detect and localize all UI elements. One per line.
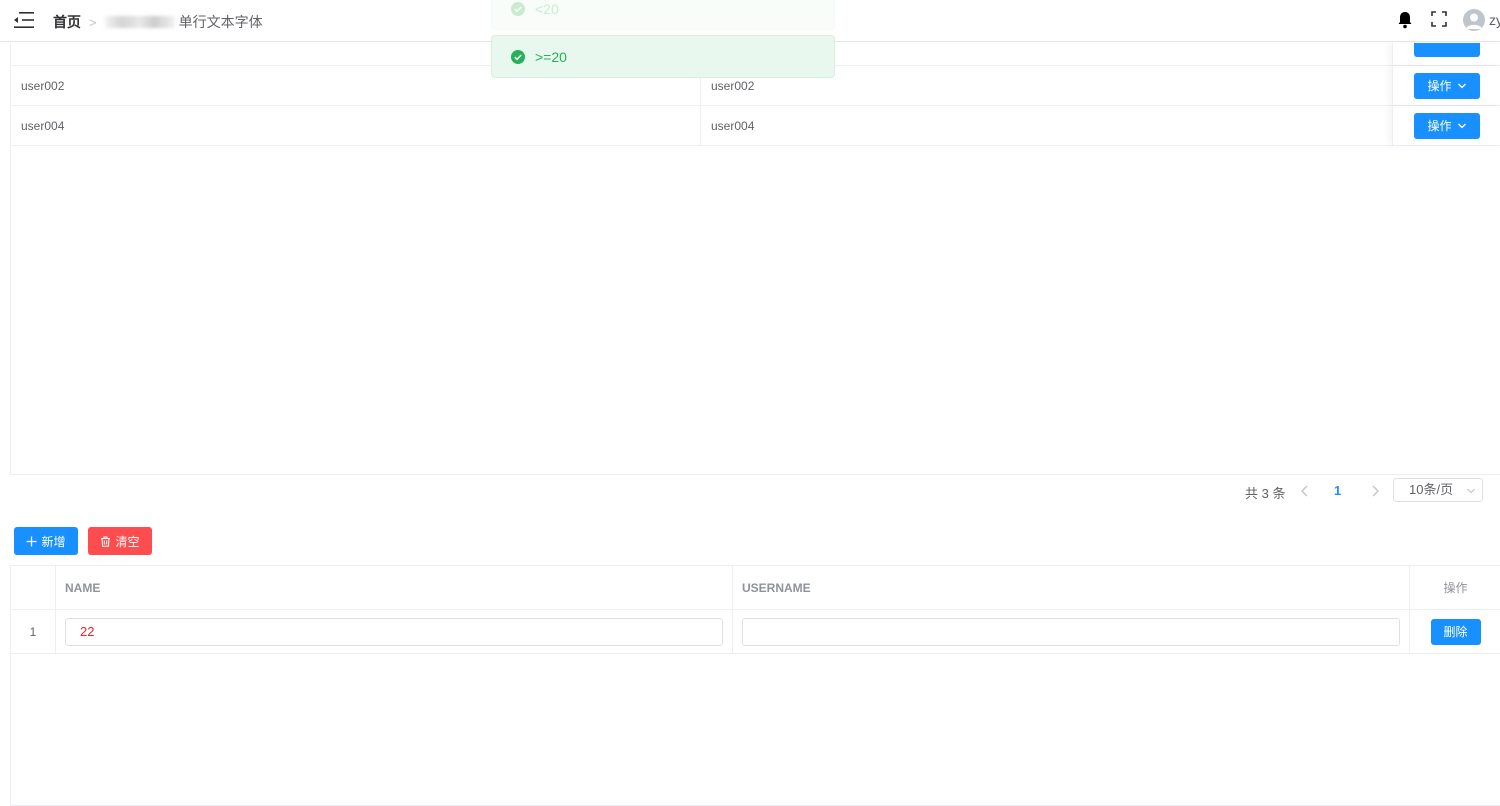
row-index: 1	[11, 610, 56, 653]
username-input[interactable]	[742, 617, 1400, 646]
add-button[interactable]: 新增	[14, 527, 78, 555]
name-header: NAME	[56, 566, 733, 609]
breadcrumb-current: 单行文本字体	[178, 14, 263, 30]
chevron-right-icon[interactable]	[1368, 483, 1382, 499]
breadcrumb-separator-icon: >	[89, 14, 97, 30]
table-row: 1 删除	[11, 610, 1500, 654]
action-cell: 删除	[1410, 610, 1500, 653]
page-size-select[interactable]: 10条/页	[1393, 478, 1483, 502]
breadcrumb-home[interactable]: 首页	[53, 12, 81, 32]
toast-message-faded: <20	[491, 0, 835, 30]
username-cell	[733, 610, 1410, 653]
toast-text: <20	[535, 1, 559, 17]
table-action-cell: 操作	[1392, 66, 1500, 105]
operation-button-partial[interactable]	[1414, 42, 1480, 57]
chevron-left-icon[interactable]	[1298, 483, 1312, 499]
toast-message: >=20	[491, 35, 835, 78]
trash-icon	[101, 536, 111, 547]
action-header: 操作	[1410, 566, 1500, 609]
name-cell: user004	[11, 106, 701, 145]
add-button-label: 新增	[41, 534, 66, 549]
editable-table: NAME USERNAME 操作 1 删除	[10, 565, 1500, 806]
table-row: user004 user004 操作	[11, 106, 1500, 146]
username-cell: user004	[711, 118, 755, 133]
name-header-label: NAME	[65, 580, 101, 595]
clear-button-label: 清空	[115, 534, 140, 549]
table-action-cell	[1392, 42, 1500, 65]
table-action-cell: 操作	[1392, 106, 1500, 145]
menu-fold-icon[interactable]	[13, 11, 35, 29]
username-header-label: USERNAME	[742, 580, 811, 595]
name-input[interactable]	[65, 617, 723, 646]
breadcrumb-blurred-item	[104, 16, 175, 28]
pagination-total: 共 3 条	[1245, 486, 1286, 501]
pagination-page-1[interactable]: 1	[1334, 483, 1341, 498]
chevron-down-icon	[1467, 488, 1475, 494]
pagination: 共 3 条 1 10条/页	[0, 478, 1500, 504]
plus-icon	[26, 536, 37, 546]
top-data-table: user002 user002 操作 user004 user004 操作	[10, 42, 1500, 475]
action-header-label: 操作	[1443, 581, 1468, 595]
index-header	[11, 566, 56, 609]
operation-dropdown-button[interactable]: 操作	[1414, 72, 1480, 99]
bell-icon[interactable]	[1397, 11, 1413, 29]
check-circle-icon	[511, 49, 525, 64]
name-cell	[56, 610, 733, 653]
page-size-value: 10条/页	[1409, 482, 1454, 497]
breadcrumb: 首页 > 单行文本字体	[53, 12, 263, 32]
chevron-down-icon	[1457, 83, 1466, 88]
delete-button[interactable]: 删除	[1430, 618, 1481, 645]
username-header: USERNAME	[733, 566, 1410, 609]
toast-text: >=20	[535, 48, 567, 65]
chevron-down-icon	[1457, 123, 1466, 128]
table-header-row: NAME USERNAME 操作	[11, 566, 1500, 610]
fullscreen-icon[interactable]	[1431, 11, 1447, 27]
check-circle-icon	[511, 2, 525, 16]
operation-button-label: 操作	[1427, 79, 1452, 93]
clear-button[interactable]: 清空	[88, 527, 152, 555]
operation-dropdown-button[interactable]: 操作	[1414, 112, 1480, 139]
operation-button-label: 操作	[1427, 119, 1452, 133]
user-avatar-icon[interactable]	[1463, 9, 1485, 31]
user-name[interactable]: zy	[1489, 12, 1500, 28]
